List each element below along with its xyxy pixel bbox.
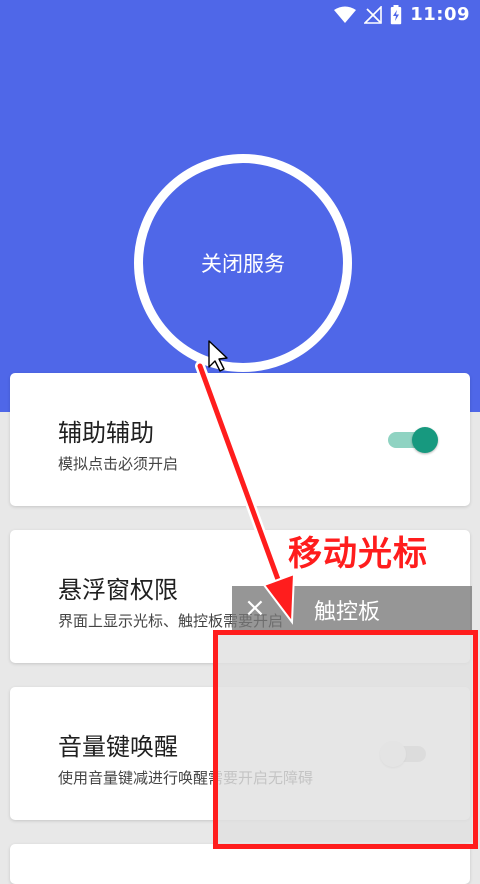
- cursor-icon: [208, 340, 228, 372]
- annotation-overlay: [195, 340, 296, 625]
- arrow-icon: [195, 361, 296, 625]
